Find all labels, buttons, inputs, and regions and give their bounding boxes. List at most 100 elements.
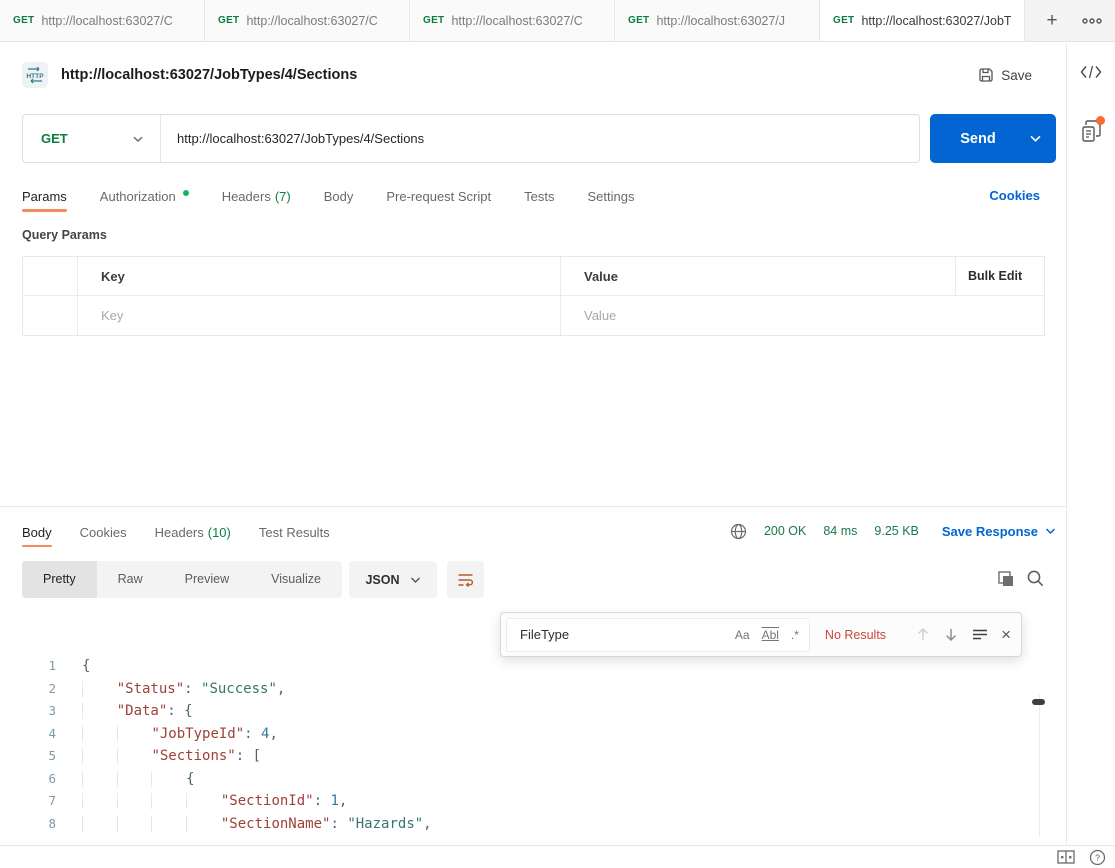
code-line: 6 {	[0, 768, 1060, 791]
tab-url-label: http://localhost:63027/JobTypes/4/Sectio…	[861, 14, 1011, 28]
view-tab-pretty[interactable]: Pretty	[22, 561, 97, 598]
save-response-button[interactable]: Save Response	[942, 524, 1056, 539]
tab-body[interactable]: Body	[324, 189, 354, 204]
send-label: Send	[936, 131, 1020, 147]
pane-divider[interactable]	[0, 506, 1066, 507]
tab-label: Headers	[222, 189, 271, 204]
api-client-app: GEThttp://localhost:63027/CGEThttp://loc…	[0, 0, 1115, 868]
request-title: http://localhost:63027/JobTypes/4/Sectio…	[61, 67, 357, 83]
scrollbar-thumb[interactable]	[1032, 699, 1045, 705]
code-line: 4 "JobTypeId": 4,	[0, 723, 1060, 746]
close-find-button[interactable]: ×	[1001, 626, 1011, 643]
panel-toggle-icon	[1057, 850, 1075, 864]
tab-settings[interactable]: Settings	[587, 189, 634, 204]
code-line: 3 "Data": {	[0, 700, 1060, 723]
code-snippet-button[interactable]	[1080, 65, 1102, 82]
wrap-text-icon	[457, 572, 474, 588]
tab-more-options-button[interactable]	[1082, 17, 1102, 25]
find-in-selection-icon	[972, 628, 988, 641]
code-text: "Status": "Success",	[56, 678, 285, 701]
code-text: "Sections": [	[56, 745, 261, 768]
panel-toggle-button[interactable]	[1057, 850, 1075, 864]
tab-label: Body	[324, 189, 354, 204]
find-input[interactable]: FileType Aa Abl .*	[506, 618, 810, 652]
tab-count-badge: (7)	[275, 189, 291, 204]
tab-method-label: GET	[13, 15, 34, 26]
tab-url-label: http://localhost:63027/C	[41, 14, 191, 28]
code-line: 5 "Sections": [	[0, 745, 1060, 768]
more-options-icon	[1082, 17, 1102, 25]
arrow-up-icon	[916, 627, 930, 642]
tab-label: Authorization	[100, 189, 176, 204]
tab-pre-request-script[interactable]: Pre-request Script	[386, 189, 491, 204]
method-select[interactable]: GET	[23, 115, 161, 162]
send-button[interactable]: Send	[930, 114, 1056, 163]
line-number: 5	[0, 745, 56, 768]
code-text: "JobTypeId": 4,	[56, 723, 278, 746]
tab-method-label: GET	[423, 15, 444, 26]
regex-icon[interactable]: .*	[791, 628, 799, 642]
whole-word-icon[interactable]: Abl	[762, 628, 779, 642]
chevron-down-icon	[410, 576, 421, 584]
match-case-icon[interactable]: Aa	[735, 628, 750, 642]
workspace-tab[interactable]: GEThttp://localhost:63027/C	[205, 0, 410, 41]
tab-label: Cookies	[80, 525, 127, 540]
code-line: 7 "SectionId": 1,	[0, 790, 1060, 813]
response-body-viewer[interactable]: 1{2 "Status": "Success",3 "Data": {4 "Jo…	[0, 655, 1060, 845]
send-options-button[interactable]	[1020, 134, 1050, 143]
code-icon	[1080, 65, 1102, 79]
param-key-input[interactable]: Key	[78, 296, 561, 335]
workspace-tab[interactable]: GET http://localhost:63027/C	[0, 0, 205, 41]
save-button[interactable]: Save	[978, 67, 1032, 83]
find-next-button[interactable]	[944, 627, 958, 642]
find-overlay: FileType Aa Abl .* No Results ×	[500, 612, 1022, 657]
bulk-edit-button[interactable]: Bulk Edit	[956, 257, 1044, 296]
chevron-down-icon	[1045, 527, 1056, 535]
param-value-input[interactable]: Value	[561, 296, 956, 335]
language-select[interactable]: JSON	[349, 561, 437, 598]
workspace-tab[interactable]: GEThttp://localhost:63027/JobTypes/4/Sec…	[820, 0, 1025, 41]
tab-tests[interactable]: Tests	[524, 189, 554, 204]
find-results-status: No Results	[825, 628, 886, 642]
tab-label: Settings	[587, 189, 634, 204]
view-tab-raw[interactable]: Raw	[97, 561, 164, 598]
workspace-tab[interactable]: GEThttp://localhost:63027/J	[615, 0, 820, 41]
tab-params[interactable]: Params	[22, 189, 67, 204]
code-text: {	[56, 655, 90, 678]
workspace-tabstrip: GEThttp://localhost:63027/CGEThttp://loc…	[0, 0, 1115, 42]
cookies-link[interactable]: Cookies	[989, 188, 1040, 203]
view-tab-visualize[interactable]: Visualize	[250, 561, 342, 598]
request-tabs: Params Authorization Headers (7) Body Pre-req…	[22, 181, 634, 211]
find-in-selection-button[interactable]	[972, 628, 988, 641]
copy-icon	[997, 570, 1015, 588]
wrap-lines-button[interactable]	[447, 561, 484, 598]
code-text: "SectionName": "Hazards",	[56, 813, 432, 836]
response-tab-headers[interactable]: Headers(10)	[155, 525, 231, 540]
line-number: 8	[0, 813, 56, 836]
comments-button[interactable]	[1081, 120, 1102, 149]
copy-response-button[interactable]	[995, 568, 1017, 590]
scrollbar-track	[1039, 694, 1040, 837]
query-params-table: Key Value Bulk Edit Key Value	[22, 256, 1045, 336]
search-response-button[interactable]	[1024, 567, 1046, 589]
line-number: 2	[0, 678, 56, 701]
workspace-tab[interactable]: GEThttp://localhost:63027/C	[410, 0, 615, 41]
view-tab-preview[interactable]: Preview	[164, 561, 250, 598]
response-meta: 200 OK 84 ms 9.25 KB Save Response	[730, 518, 1056, 544]
tab-label: Body	[22, 525, 52, 540]
plus-icon: +	[1046, 10, 1057, 32]
line-number: 7	[0, 790, 56, 813]
help-button[interactable]: ?	[1089, 849, 1106, 866]
url-input[interactable]: http://localhost:63027/JobTypes/4/Sectio…	[177, 131, 424, 146]
new-tab-button[interactable]: +	[1039, 8, 1065, 34]
http-request-icon: HTTP	[22, 62, 48, 88]
tab-method-label: GET	[218, 15, 239, 26]
tab-authorization[interactable]: Authorization	[100, 189, 189, 204]
find-previous-button[interactable]	[916, 627, 930, 642]
response-tab-cookies[interactable]: Cookies	[80, 525, 127, 540]
tab-headers[interactable]: Headers (7)	[222, 189, 291, 204]
response-tab-body[interactable]: Body	[22, 525, 52, 540]
response-tab-test-results[interactable]: Test Results	[259, 525, 330, 540]
arrow-down-icon	[944, 627, 958, 642]
language-label: JSON	[365, 573, 399, 587]
